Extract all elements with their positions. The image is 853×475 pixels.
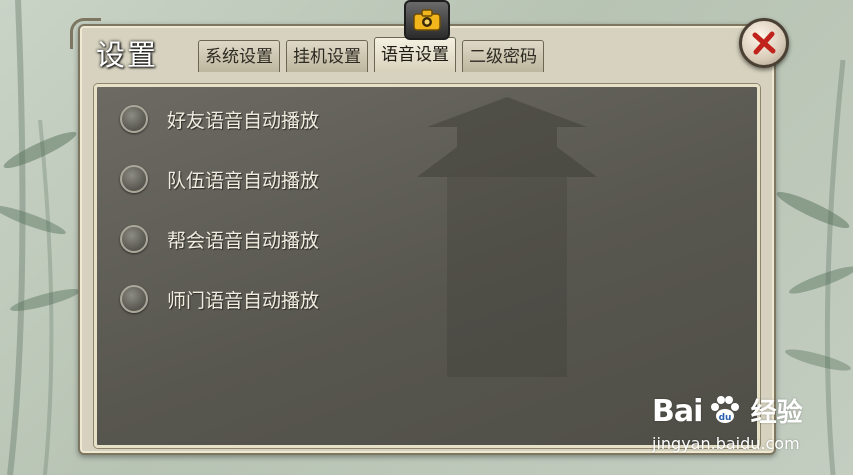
close-button[interactable] bbox=[739, 18, 789, 68]
option-label: 好友语音自动播放 bbox=[167, 109, 320, 132]
option-guild-voice-autoplay[interactable]: 帮会语音自动播放 bbox=[120, 224, 319, 254]
screenshot-button[interactable] bbox=[404, 0, 450, 40]
tab-auto-play-settings[interactable]: 挂机设置 bbox=[286, 40, 368, 72]
pavilion-silhouette bbox=[417, 97, 597, 377]
svg-text:du: du bbox=[718, 413, 731, 423]
close-icon bbox=[752, 31, 776, 55]
bamboo-background-left bbox=[0, 0, 80, 475]
settings-panel: 设置 系统设置 挂机设置 语音设置 二级密码 好友语音自动播放 队伍语音自动播放… bbox=[70, 18, 776, 455]
option-friend-voice-autoplay[interactable]: 好友语音自动播放 bbox=[120, 104, 319, 134]
tab-bar: 系统设置 挂机设置 语音设置 二级密码 bbox=[198, 37, 544, 72]
watermark-url: jingyan.baidu.com bbox=[652, 434, 800, 453]
watermark-brand-cn: 经验 bbox=[750, 398, 803, 428]
camera-icon bbox=[413, 9, 441, 31]
option-team-voice-autoplay[interactable]: 队伍语音自动播放 bbox=[120, 164, 319, 194]
tab-secondary-password[interactable]: 二级密码 bbox=[462, 40, 544, 72]
radio-button[interactable] bbox=[120, 165, 148, 193]
tab-voice-settings[interactable]: 语音设置 bbox=[374, 37, 456, 72]
paw-logo-icon: du bbox=[710, 396, 739, 423]
radio-button[interactable] bbox=[120, 285, 148, 313]
option-label: 帮会语音自动播放 bbox=[167, 229, 320, 252]
watermark-brand: Bai bbox=[652, 394, 703, 429]
radio-button[interactable] bbox=[120, 225, 148, 253]
panel-title: 设置 bbox=[96, 38, 159, 72]
option-label: 队伍语音自动播放 bbox=[167, 169, 320, 192]
radio-button[interactable] bbox=[120, 105, 148, 133]
option-sect-voice-autoplay[interactable]: 师门语音自动播放 bbox=[120, 284, 319, 314]
baidu-jingyan-watermark: Bai du 经验 jingyan.baidu.com bbox=[652, 392, 803, 453]
tab-system-settings[interactable]: 系统设置 bbox=[198, 40, 280, 72]
option-label: 师门语音自动播放 bbox=[167, 289, 320, 312]
